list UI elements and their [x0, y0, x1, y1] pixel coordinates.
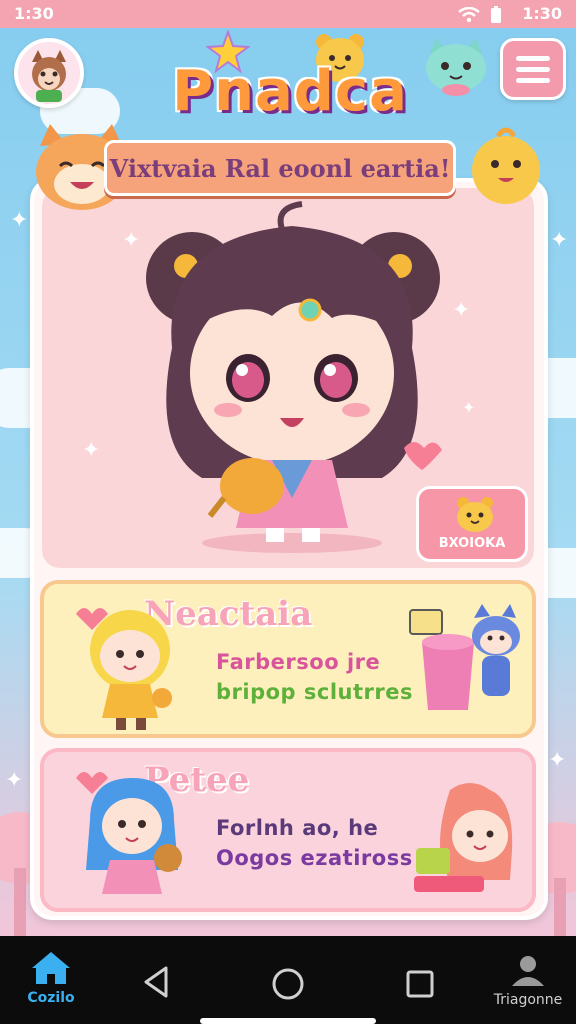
cat-mascot-icon: [426, 38, 486, 96]
banner-text: Vixtvaia Ral eoonl eartia!: [109, 153, 451, 183]
nav-profile-label: Triagonne: [493, 992, 563, 1008]
fox-avatar-icon: [18, 42, 80, 104]
wifi-icon: [458, 7, 480, 23]
card-line-1: Farbersoo jre: [216, 650, 381, 674]
nav-home-button[interactable]: Cozilo: [20, 948, 82, 1014]
back-icon: [144, 966, 168, 998]
status-bar: 1:30 1:30: [0, 0, 576, 28]
nav-home-label: Cozilo: [27, 990, 75, 1006]
recent-apps-icon: [406, 970, 434, 998]
red-hair-girl-character: [414, 783, 513, 892]
card-line-2: Oogos ezatiross: [216, 846, 413, 870]
home-icon: [32, 952, 70, 984]
profile-icon: [512, 956, 544, 986]
chick-mascot-icon: [472, 127, 540, 204]
battery-icon: [491, 6, 501, 23]
card-line-2: bripop sclutrres: [216, 680, 413, 704]
welcome-banner: Vixtvaia Ral eoonl eartia!: [104, 140, 456, 196]
gesture-home-indicator[interactable]: [200, 1018, 376, 1024]
character-card[interactable]: Petee Forlnh ao, he Oogos ezatiross: [40, 748, 536, 912]
app-title: Pnadca: [172, 59, 408, 124]
status-time-right: 1:30: [522, 4, 562, 23]
status-time-left: 1:30: [14, 4, 54, 23]
nav-recent-apps-button[interactable]: [404, 968, 436, 1004]
blonde-girl-character: [76, 608, 172, 730]
hamburger-menu-icon: [516, 55, 550, 61]
cat-shopping-basket-icon: [409, 604, 520, 710]
badge-card-button[interactable]: BXOIOKA: [416, 486, 528, 562]
profile-avatar[interactable]: [14, 38, 84, 108]
character-card[interactable]: Neactaia Farbersoo jre bripop sclutrres: [40, 580, 536, 738]
hero-girl-character: [146, 201, 442, 553]
card-line-1: Forlnh ao, he: [216, 816, 379, 840]
nav-home-circle-button[interactable]: [270, 966, 306, 1006]
badge-label: BXOIOKA: [438, 536, 506, 551]
nav-profile-button[interactable]: Triagonne: [492, 952, 564, 1008]
circle-home-icon: [272, 968, 304, 1000]
blue-hair-girl-character: [76, 772, 182, 894]
nav-back-button[interactable]: [140, 964, 172, 1004]
bear-badge-icon: [457, 497, 493, 532]
hamburger-menu-button[interactable]: [500, 38, 566, 100]
